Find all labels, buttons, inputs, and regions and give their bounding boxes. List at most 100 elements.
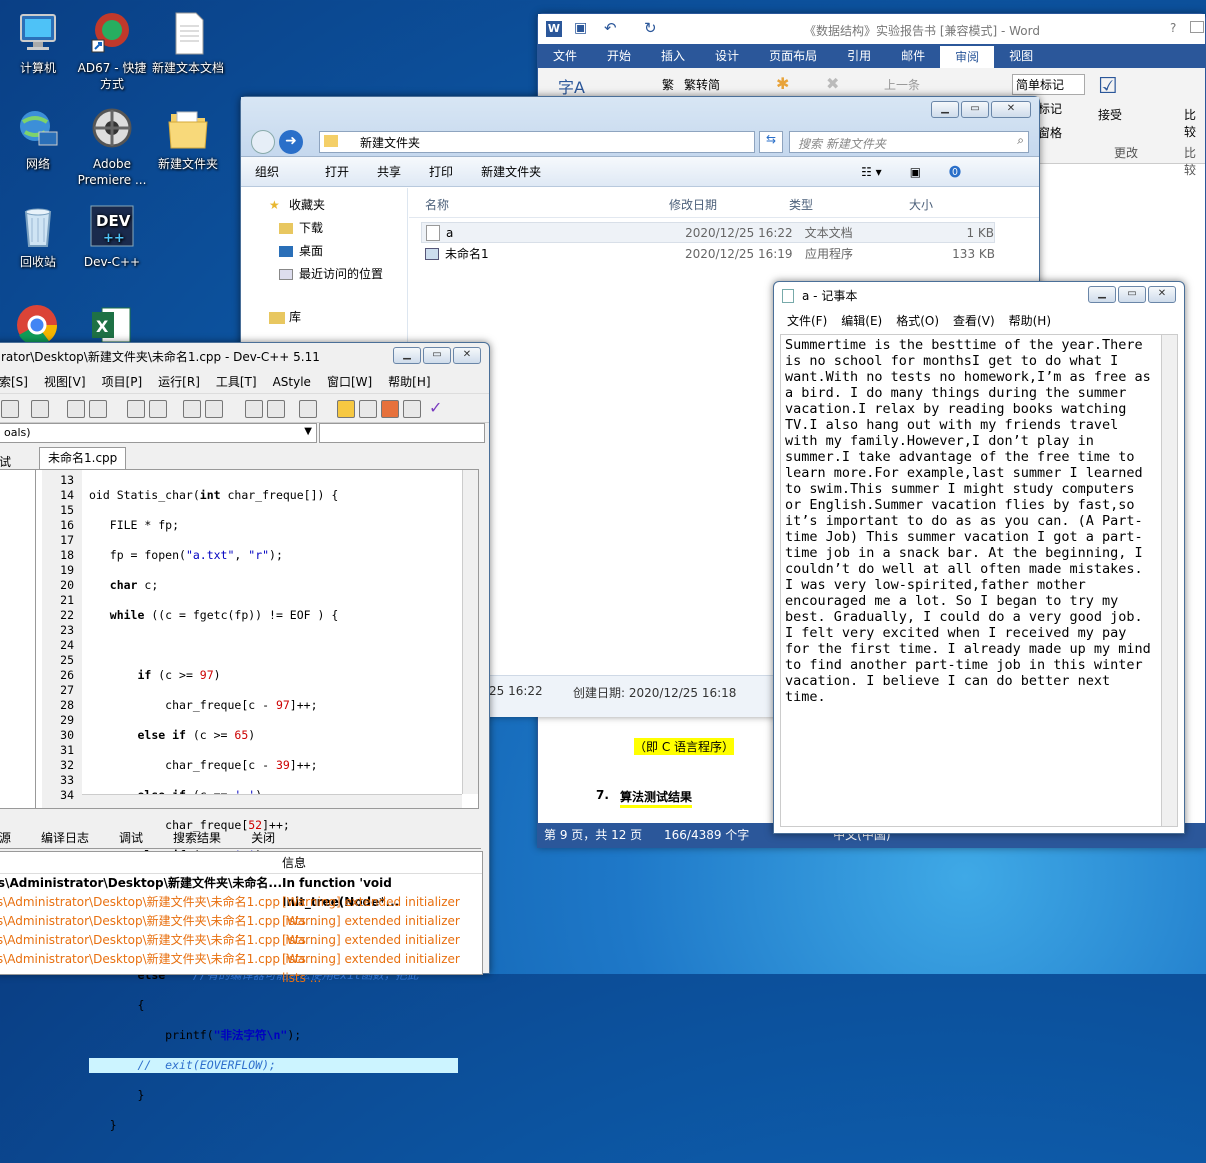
delete-comment-icon[interactable]: ✖: [826, 74, 839, 93]
close-button[interactable]: ✕: [991, 101, 1031, 118]
menu-search[interactable]: 索[S]: [0, 371, 36, 393]
column-date[interactable]: 修改日期: [669, 196, 789, 213]
tab-compile-log[interactable]: 编译日志: [19, 827, 97, 848]
unindent-icon[interactable]: [205, 400, 223, 418]
run-icon[interactable]: [359, 400, 377, 418]
desktop-icon-devcpp[interactable]: DEV ++ Dev-C++: [74, 204, 150, 270]
chrome-icon[interactable]: [14, 302, 60, 346]
file-row[interactable]: a 2020/12/25 16:22 文本文档 1 KB: [421, 222, 995, 243]
menu-view[interactable]: 查看(V): [946, 310, 1002, 332]
message-row[interactable]: rs\Administrator\Desktop\新建文件夹\未命名1.cpp[…: [0, 893, 482, 928]
tab-view[interactable]: 视图: [994, 44, 1048, 68]
convert-icon[interactable]: 繁: [662, 76, 674, 93]
tab-review[interactable]: 审阅: [940, 46, 995, 68]
organize-button[interactable]: 组织: [241, 163, 293, 180]
help-button[interactable]: ?: [1170, 21, 1176, 35]
menu-run[interactable]: 运行[R]: [150, 371, 208, 393]
tab-design[interactable]: 设计: [700, 44, 754, 68]
project-tab[interactable]: 试: [0, 453, 11, 470]
maximize-button[interactable]: ▭: [961, 101, 989, 118]
tab-file[interactable]: 文件: [538, 44, 592, 68]
menu-edit[interactable]: 编辑(E): [834, 310, 889, 332]
message-row[interactable]: rs\Administrator\Desktop\新建文件夹\未命名1.cpp[…: [0, 931, 482, 966]
minimize-button[interactable]: ▁: [393, 347, 421, 364]
back-button[interactable]: [251, 130, 275, 154]
maximize-button[interactable]: ▭: [1118, 286, 1146, 303]
reviewing-pane-button[interactable]: 窗格: [1038, 124, 1062, 141]
convert-button[interactable]: 繁转简: [684, 76, 720, 93]
goto-icon[interactable]: [267, 400, 285, 418]
word-count[interactable]: 166/4389 个字: [664, 828, 749, 842]
redo-icon[interactable]: ↻: [644, 19, 657, 37]
desktop-icon-premiere[interactable]: Adobe Premiere ...: [74, 106, 150, 188]
message-row[interactable]: rs\Administrator\Desktop\新建文件夹\未命名1.cpp[…: [0, 912, 482, 947]
redo-icon[interactable]: [89, 400, 107, 418]
help-icon[interactable]: ⓿: [935, 163, 975, 180]
file-row[interactable]: 未命名1 2020/12/25 16:19 应用程序 133 KB: [421, 243, 995, 264]
nav-recent[interactable]: 最近访问的位置: [241, 263, 407, 286]
menu-tools[interactable]: 工具[T]: [208, 371, 265, 393]
tab-debug[interactable]: 调试: [97, 827, 151, 848]
translate-icon[interactable]: 字A: [558, 74, 585, 98]
tab-references[interactable]: 引用: [832, 44, 886, 68]
devcpp-window[interactable]: rator\Desktop\新建文件夹\未命名1.cpp - Dev-C++ 5…: [0, 342, 490, 1132]
tab-close[interactable]: 关闭: [229, 827, 283, 848]
menu-format[interactable]: 格式(O): [889, 310, 946, 332]
indent-icon[interactable]: [183, 400, 201, 418]
forward-button[interactable]: ➜: [279, 130, 303, 154]
desktop-icon-computer[interactable]: 计算机: [0, 10, 76, 76]
preview-pane-icon[interactable]: ▣: [896, 165, 935, 179]
search-box[interactable]: 搜索 新建文件夹 ⌕: [789, 131, 1029, 153]
tab-insert[interactable]: 插入: [646, 44, 700, 68]
find-icon[interactable]: [127, 400, 145, 418]
word-restore-button[interactable]: [1190, 21, 1204, 33]
refresh-button[interactable]: ⇆: [759, 131, 783, 153]
menu-astyle[interactable]: AStyle: [265, 371, 319, 393]
accept-icon[interactable]: ☑: [1098, 74, 1118, 99]
menu-help[interactable]: 帮助[H]: [380, 371, 438, 393]
menu-project[interactable]: 项目[P]: [94, 371, 151, 393]
undo-icon[interactable]: [67, 400, 85, 418]
menu-file[interactable]: 文件(F): [780, 310, 834, 332]
column-name[interactable]: 名称: [409, 196, 669, 213]
tab-resources[interactable]: 源: [0, 827, 19, 848]
save-icon[interactable]: ▣: [574, 20, 587, 36]
source-code[interactable]: oid Statis_char(int char_freque[]) { FIL…: [89, 473, 458, 1163]
rebuild-icon[interactable]: [403, 400, 421, 418]
desktop-icon-recycle-bin[interactable]: 回收站: [0, 204, 76, 270]
desktop-icon-network[interactable]: 网络: [0, 106, 76, 172]
page-count[interactable]: 第 9 页，共 12 页: [544, 828, 642, 842]
notepad-text-area[interactable]: Summertime is the besttime of the year.T…: [780, 334, 1162, 827]
maximize-button[interactable]: ▭: [423, 347, 451, 364]
close-button[interactable]: ✕: [1148, 286, 1176, 303]
nav-downloads[interactable]: 下载: [241, 217, 407, 240]
undo-icon[interactable]: ↶: [604, 19, 617, 37]
desktop-icon-ad67[interactable]: AD67 - 快捷方式: [74, 10, 150, 92]
file-tab[interactable]: 未命名1.cpp: [39, 447, 127, 469]
share-button[interactable]: 共享: [363, 163, 415, 180]
new-folder-button[interactable]: 新建文件夹: [467, 163, 555, 180]
message-row[interactable]: rs\Administrator\Desktop\新建文件夹\未命名1.cpp[…: [0, 950, 482, 985]
tab-search-results[interactable]: 搜索结果: [151, 827, 229, 848]
menu-window[interactable]: 窗口[W]: [319, 371, 380, 393]
desktop-icon-new-folder[interactable]: 新建文件夹: [150, 106, 226, 172]
accept-button[interactable]: 接受: [1098, 106, 1122, 123]
column-size[interactable]: 大小: [909, 196, 969, 213]
print-icon[interactable]: [31, 400, 49, 418]
nav-desktop[interactable]: 桌面: [241, 240, 407, 263]
tab-layout[interactable]: 页面布局: [754, 44, 832, 68]
column-type[interactable]: 类型: [789, 196, 909, 213]
compile-icon[interactable]: [337, 400, 355, 418]
open-button[interactable]: 打开: [311, 163, 363, 180]
code-editor[interactable]: 13 14 15 16 17 18 19 20 21 22 23 24 25 26 27 28 29 30 31 32…: [0, 469, 479, 1132]
stop-icon[interactable]: [299, 400, 317, 418]
editor-horizontal-scrollbar[interactable]: [82, 794, 462, 808]
minimize-button[interactable]: ▁: [931, 101, 959, 118]
tab-mailings[interactable]: 邮件: [886, 44, 940, 68]
desktop-icon-new-text[interactable]: 新建文本文档: [150, 10, 226, 76]
print-button[interactable]: 打印: [415, 163, 467, 180]
excel-icon[interactable]: X: [90, 304, 132, 343]
check-icon[interactable]: ✓: [429, 398, 442, 417]
address-bar[interactable]: 新建文件夹: [319, 131, 755, 153]
bookmark-icon[interactable]: [245, 400, 263, 418]
